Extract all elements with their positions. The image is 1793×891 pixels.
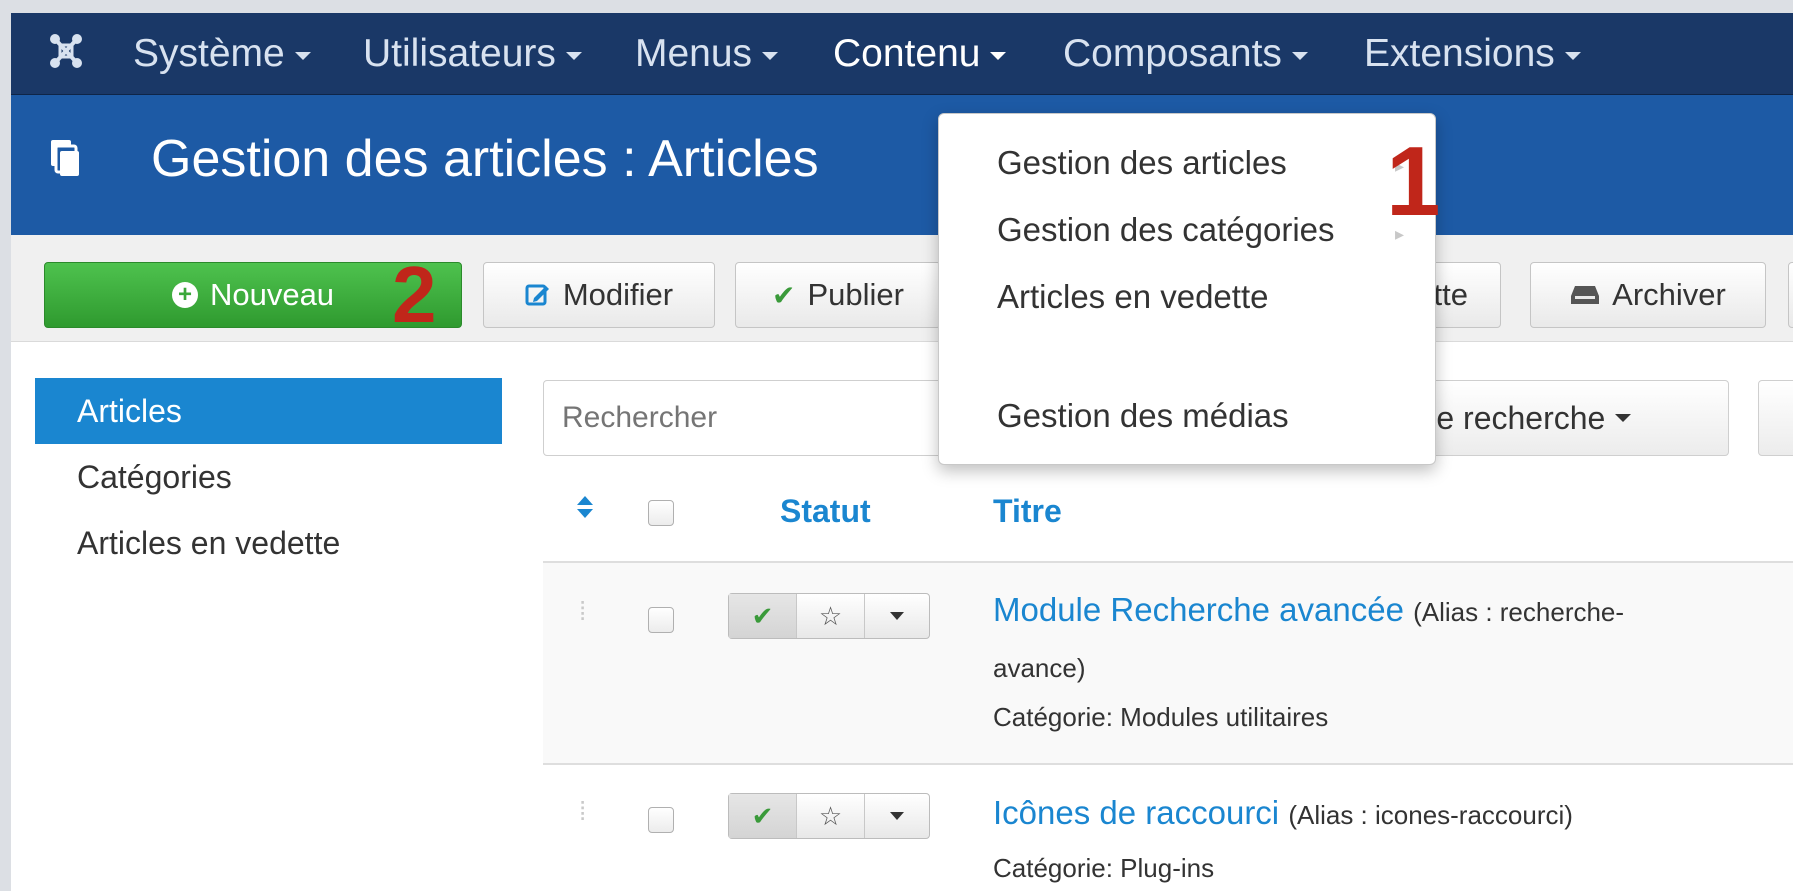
sort-icon[interactable]	[575, 494, 595, 525]
contenu-dropdown-menu: Gestion des articles ▸ Gestion des catég…	[938, 113, 1436, 465]
caret-down-icon	[294, 51, 311, 60]
nav-menu-extensions[interactable]: Extensions	[1364, 13, 1581, 95]
article-category: Catégorie: Modules utilitaires	[993, 702, 1329, 732]
check-icon: ✔	[772, 279, 796, 311]
archive-icon	[1570, 284, 1600, 306]
status-button-group: ✔ ☆	[728, 593, 930, 639]
nav-label: Système	[133, 32, 285, 75]
top-navbar: Système Utilisateurs Menus Contenu Compo…	[11, 13, 1793, 95]
menu-item-category-manager[interactable]: Gestion des catégories	[997, 211, 1335, 249]
caret-down-icon	[1291, 51, 1308, 60]
nav-label: Menus	[635, 32, 753, 75]
sidebar-item-categories[interactable]: Catégories	[35, 444, 502, 510]
joomla-logo-icon[interactable]	[49, 33, 83, 71]
featured-star-icon[interactable]: ☆	[797, 794, 865, 838]
nav-menu-contenu[interactable]: Contenu	[833, 13, 1007, 95]
sidebar-item-articles[interactable]: Articles	[35, 378, 502, 444]
featured-star-icon[interactable]: ☆	[797, 594, 865, 638]
nav-label: Utilisateurs	[363, 32, 556, 75]
article-title-link[interactable]: Module Recherche avancée	[993, 591, 1404, 628]
clear-search-button[interactable]	[1758, 380, 1793, 456]
article-category: Catégorie: Plug-ins	[993, 853, 1215, 883]
article-alias: (Alias : recherche-	[1413, 597, 1625, 627]
stack-icon	[51, 140, 79, 176]
menu-item-featured-articles[interactable]: Articles en vedette	[997, 278, 1268, 316]
article-title-row: Module Recherche avancée (Alias : recher…	[993, 591, 1624, 629]
nav-label: Extensions	[1364, 32, 1555, 75]
article-alias: (Alias : icones-raccourci)	[1288, 800, 1573, 830]
article-title-link[interactable]: Icônes de raccourci	[993, 794, 1279, 831]
page-title: Gestion des articles : Articles	[151, 130, 819, 188]
edit-button[interactable]: Modifier	[483, 262, 715, 328]
annotation-step-2: 2	[392, 250, 437, 339]
table-divider	[543, 763, 1793, 765]
caret-down-icon	[565, 51, 582, 60]
page-header: Gestion des articles : Articles	[11, 95, 1793, 235]
nav-menu-utilisateurs[interactable]: Utilisateurs	[363, 13, 582, 95]
article-title-row: Icônes de raccourci (Alias : icones-racc…	[993, 794, 1573, 832]
toolbar: + Nouveau Modifier ✔ Publier ette Archiv…	[11, 235, 1793, 342]
published-check-icon[interactable]: ✔	[729, 594, 797, 638]
actions-caret-icon[interactable]	[865, 594, 929, 638]
caret-down-icon	[1564, 51, 1581, 60]
app-window: Système Utilisateurs Menus Contenu Compo…	[11, 13, 1793, 891]
published-check-icon[interactable]: ✔	[729, 794, 797, 838]
publish-button-label: Publier	[807, 277, 904, 312]
menu-item-article-manager[interactable]: Gestion des articles	[997, 144, 1287, 182]
edit-button-label: Modifier	[562, 277, 674, 312]
row-checkbox[interactable]	[648, 807, 674, 833]
archive-button[interactable]: Archiver	[1530, 262, 1766, 328]
status-button-group: ✔ ☆	[728, 793, 930, 839]
drag-handle-icon[interactable]: ⁞	[579, 598, 586, 624]
new-button-label: Nouveau	[209, 277, 335, 312]
sidebar: Articles Catégories Articles en vedette	[35, 378, 502, 576]
row-checkbox[interactable]	[648, 607, 674, 633]
more-toolbar-button[interactable]	[1788, 262, 1793, 328]
article-alias-continued: avance)	[993, 653, 1086, 683]
nav-label: Contenu	[833, 32, 981, 75]
plus-circle-icon: +	[171, 282, 198, 308]
menu-item-media-manager[interactable]: Gestion des médias	[997, 397, 1289, 435]
edit-icon	[525, 282, 551, 308]
caret-down-icon	[762, 51, 779, 60]
nav-menu-menus[interactable]: Menus	[635, 13, 779, 95]
annotation-step-1: 1	[1386, 126, 1441, 236]
publish-button[interactable]: ✔ Publier	[735, 262, 941, 328]
archive-button-label: Archiver	[1612, 277, 1726, 312]
select-all-checkbox[interactable]	[648, 500, 674, 526]
nav-menu-composants[interactable]: Composants	[1063, 13, 1308, 95]
caret-down-icon	[1615, 414, 1632, 422]
nav-menu-systeme[interactable]: Système	[133, 13, 311, 95]
sidebar-item-featured[interactable]: Articles en vedette	[35, 510, 502, 576]
column-header-title[interactable]: Titre	[993, 493, 1062, 530]
caret-down-icon	[990, 51, 1007, 60]
drag-handle-icon[interactable]: ⁞	[579, 798, 586, 824]
actions-caret-icon[interactable]	[865, 794, 929, 838]
nav-label: Composants	[1063, 32, 1282, 75]
column-header-status[interactable]: Statut	[780, 493, 871, 530]
